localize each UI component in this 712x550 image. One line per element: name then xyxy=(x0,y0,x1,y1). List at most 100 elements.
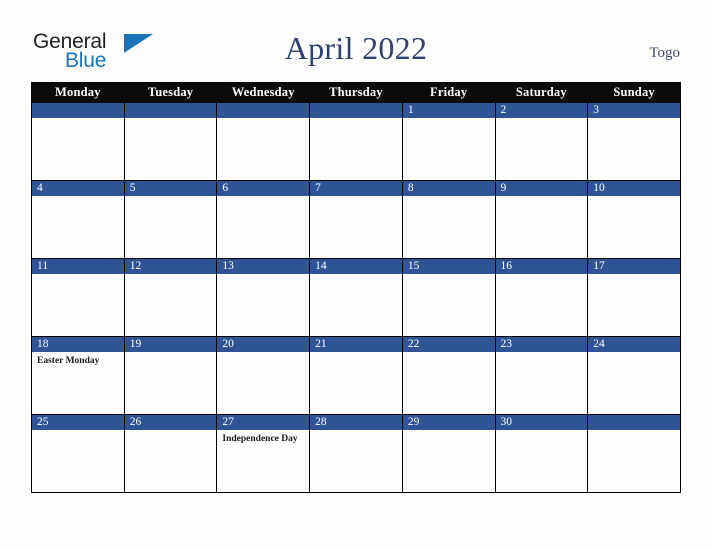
calendar-day-cell[interactable]: 12 xyxy=(123,258,218,337)
calendar-day-cell[interactable]: 6 xyxy=(216,180,311,259)
calendar-day-cell[interactable]: 16 xyxy=(494,258,589,337)
calendar-day-cell[interactable]: 3 xyxy=(587,102,681,181)
day-events xyxy=(403,352,495,355)
day-events xyxy=(310,196,402,199)
calendar-day-cell[interactable]: 19 xyxy=(123,336,218,415)
calendar-day-cell[interactable]: 26 xyxy=(123,414,218,493)
weekday-header-monday: Monday xyxy=(31,82,125,103)
day-events xyxy=(32,118,124,121)
calendar-body: 1 2 3 4 5 6 7 8 9 10 11 12 13 14 15 16 17 18 Easter Monday… xyxy=(31,102,681,493)
calendar-day-cell[interactable]: 22 xyxy=(401,336,496,415)
day-number xyxy=(124,103,217,118)
day-number: 6 xyxy=(217,181,310,196)
day-events xyxy=(588,430,680,433)
calendar-day-cell[interactable]: 30 xyxy=(494,414,589,493)
calendar-day-cell[interactable] xyxy=(216,102,311,181)
calendar-day-cell[interactable]: 9 xyxy=(494,180,589,259)
calendar-day-cell[interactable]: 29 xyxy=(401,414,496,493)
day-events: Easter Monday xyxy=(32,352,124,367)
page-title: April 2022 xyxy=(284,30,428,66)
day-cell-inner: 20 xyxy=(217,337,310,414)
day-number: 4 xyxy=(32,181,124,196)
day-number xyxy=(310,103,402,118)
calendar-day-cell[interactable]: 13 xyxy=(216,258,311,337)
day-events xyxy=(588,274,680,277)
calendar-day-cell[interactable]: 18 Easter Monday xyxy=(31,336,125,415)
day-events xyxy=(32,430,124,433)
day-number: 5 xyxy=(124,181,217,196)
calendar-week-row: 4 5 6 7 8 9 10 xyxy=(31,180,681,259)
calendar-day-cell[interactable] xyxy=(309,102,403,181)
country-label: Togo xyxy=(649,45,680,61)
calendar-day-cell[interactable]: 23 xyxy=(494,336,589,415)
day-cell-inner: 2 xyxy=(495,103,588,180)
day-cell-inner: 10 xyxy=(588,181,680,258)
day-events xyxy=(32,196,124,199)
day-events xyxy=(125,352,217,355)
day-cell-inner: 7 xyxy=(310,181,402,258)
day-events xyxy=(217,118,309,121)
calendar-day-cell[interactable]: 21 xyxy=(309,336,403,415)
day-cell-inner: 8 xyxy=(402,181,495,258)
day-events xyxy=(588,118,680,121)
day-events xyxy=(496,196,588,199)
calendar-day-cell[interactable]: 8 xyxy=(401,180,496,259)
day-cell-inner xyxy=(588,415,680,492)
weekday-header-wednesday: Wednesday xyxy=(216,82,311,103)
calendar-day-cell[interactable]: 11 xyxy=(31,258,125,337)
day-number: 23 xyxy=(495,337,588,352)
calendar-day-cell[interactable]: 14 xyxy=(309,258,403,337)
calendar-day-cell[interactable] xyxy=(587,414,681,493)
day-cell-inner: 23 xyxy=(495,337,588,414)
day-events xyxy=(217,352,309,355)
calendar-day-cell[interactable]: 24 xyxy=(587,336,681,415)
day-number: 3 xyxy=(588,103,680,118)
page-header: General Blue April 2022 Togo xyxy=(0,0,712,80)
calendar-day-cell[interactable]: 10 xyxy=(587,180,681,259)
calendar-day-cell[interactable]: 2 xyxy=(494,102,589,181)
calendar-day-cell[interactable]: 4 xyxy=(31,180,125,259)
calendar-day-cell[interactable]: 15 xyxy=(401,258,496,337)
day-number: 17 xyxy=(588,259,680,274)
calendar-day-cell[interactable]: 27 Independence Day xyxy=(216,414,311,493)
day-events xyxy=(403,274,495,277)
day-number: 30 xyxy=(495,415,588,430)
calendar-day-cell[interactable]: 5 xyxy=(123,180,218,259)
calendar-day-cell[interactable] xyxy=(31,102,125,181)
day-events xyxy=(217,196,309,199)
day-number: 19 xyxy=(124,337,217,352)
day-events xyxy=(32,274,124,277)
calendar-day-cell[interactable] xyxy=(123,102,218,181)
day-cell-inner xyxy=(124,103,217,180)
day-events xyxy=(125,196,217,199)
calendar-day-cell[interactable]: 20 xyxy=(216,336,311,415)
day-events xyxy=(496,274,588,277)
day-cell-inner: 13 xyxy=(217,259,310,336)
calendar-day-cell[interactable]: 17 xyxy=(587,258,681,337)
day-cell-inner: 9 xyxy=(495,181,588,258)
day-number: 8 xyxy=(402,181,495,196)
day-events xyxy=(125,274,217,277)
calendar-day-cell[interactable]: 28 xyxy=(309,414,403,493)
day-cell-inner: 6 xyxy=(217,181,310,258)
day-cell-inner xyxy=(32,103,124,180)
day-number: 26 xyxy=(124,415,217,430)
calendar-week-row: 25 26 27 Independence Day 28 29 30 xyxy=(31,414,681,493)
holiday-label: Easter Monday xyxy=(37,356,100,366)
calendar-day-cell[interactable]: 1 xyxy=(401,102,496,181)
weekday-header-tuesday: Tuesday xyxy=(123,82,218,103)
day-cell-inner: 15 xyxy=(402,259,495,336)
day-number: 22 xyxy=(402,337,495,352)
day-cell-inner xyxy=(217,103,310,180)
day-number: 16 xyxy=(495,259,588,274)
calendar-day-cell[interactable]: 25 xyxy=(31,414,125,493)
day-cell-inner: 25 xyxy=(32,415,124,492)
calendar-grid: Monday Tuesday Wednesday Thursday Friday… xyxy=(31,82,681,493)
day-events xyxy=(588,352,680,355)
day-number xyxy=(588,415,680,430)
day-number: 1 xyxy=(402,103,495,118)
calendar-day-cell[interactable]: 7 xyxy=(309,180,403,259)
day-cell-inner: 22 xyxy=(402,337,495,414)
day-cell-inner: 28 xyxy=(310,415,402,492)
day-number: 12 xyxy=(124,259,217,274)
